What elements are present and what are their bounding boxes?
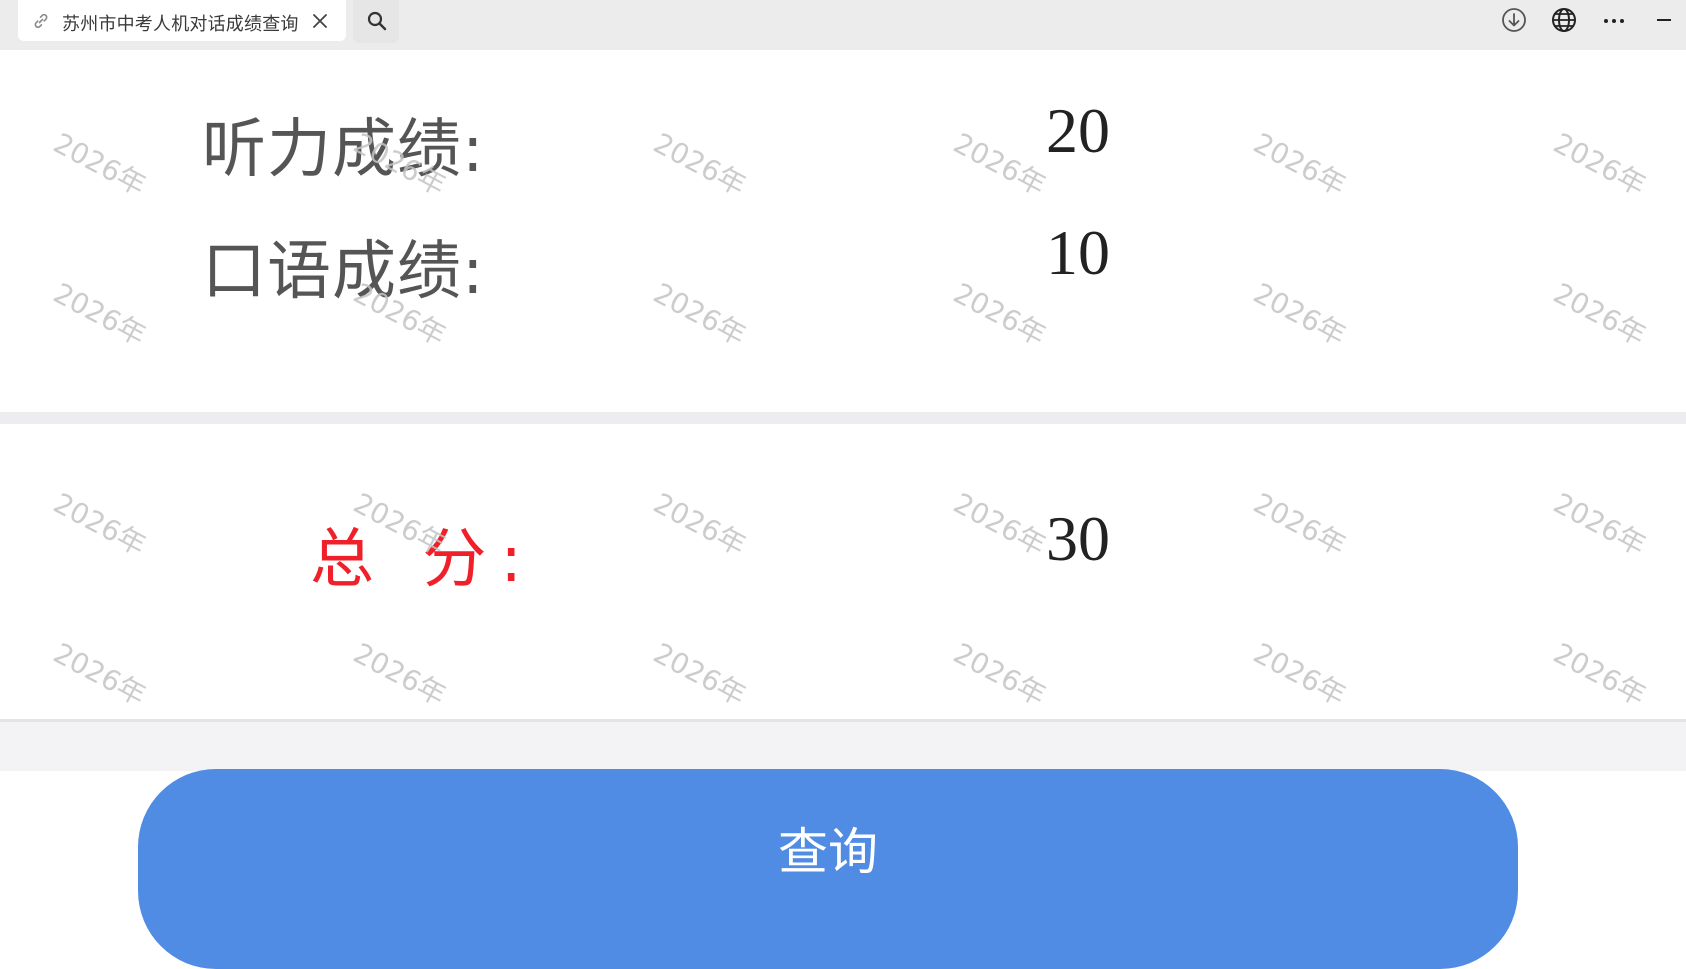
total-score-value: 30 xyxy=(1046,503,1110,574)
listening-score-value: 20 xyxy=(1046,95,1110,166)
query-button-label: 查询 xyxy=(778,823,878,881)
link-icon xyxy=(34,13,48,29)
tab-title: 苏州市中考人机对话成绩查询 xyxy=(62,14,299,35)
speaking-score-label: 口语成绩: xyxy=(202,235,485,309)
listening-score-label: 听力成绩: xyxy=(202,113,485,187)
query-button[interactable]: 查询 xyxy=(138,769,1518,969)
section-divider xyxy=(0,412,1686,424)
total-score-card: 总 分: 30 xyxy=(0,424,1686,719)
speaking-score-value: 10 xyxy=(1046,217,1110,288)
minimize-icon[interactable] xyxy=(1650,6,1678,34)
close-icon[interactable] xyxy=(311,12,329,30)
search-icon xyxy=(367,11,387,31)
total-score-label: 总 分: xyxy=(310,523,536,597)
browser-tab[interactable]: 苏州市中考人机对话成绩查询 xyxy=(18,0,346,41)
section-gap xyxy=(0,719,1686,771)
more-icon[interactable] xyxy=(1600,6,1628,34)
download-icon[interactable] xyxy=(1500,6,1528,34)
tab-search-button[interactable] xyxy=(353,0,399,43)
component-scores-card: 听力成绩: 20 口语成绩: 10 xyxy=(0,50,1686,412)
globe-icon[interactable] xyxy=(1550,6,1578,34)
browser-toolbar: 苏州市中考人机对话成绩查询 xyxy=(0,0,1686,50)
